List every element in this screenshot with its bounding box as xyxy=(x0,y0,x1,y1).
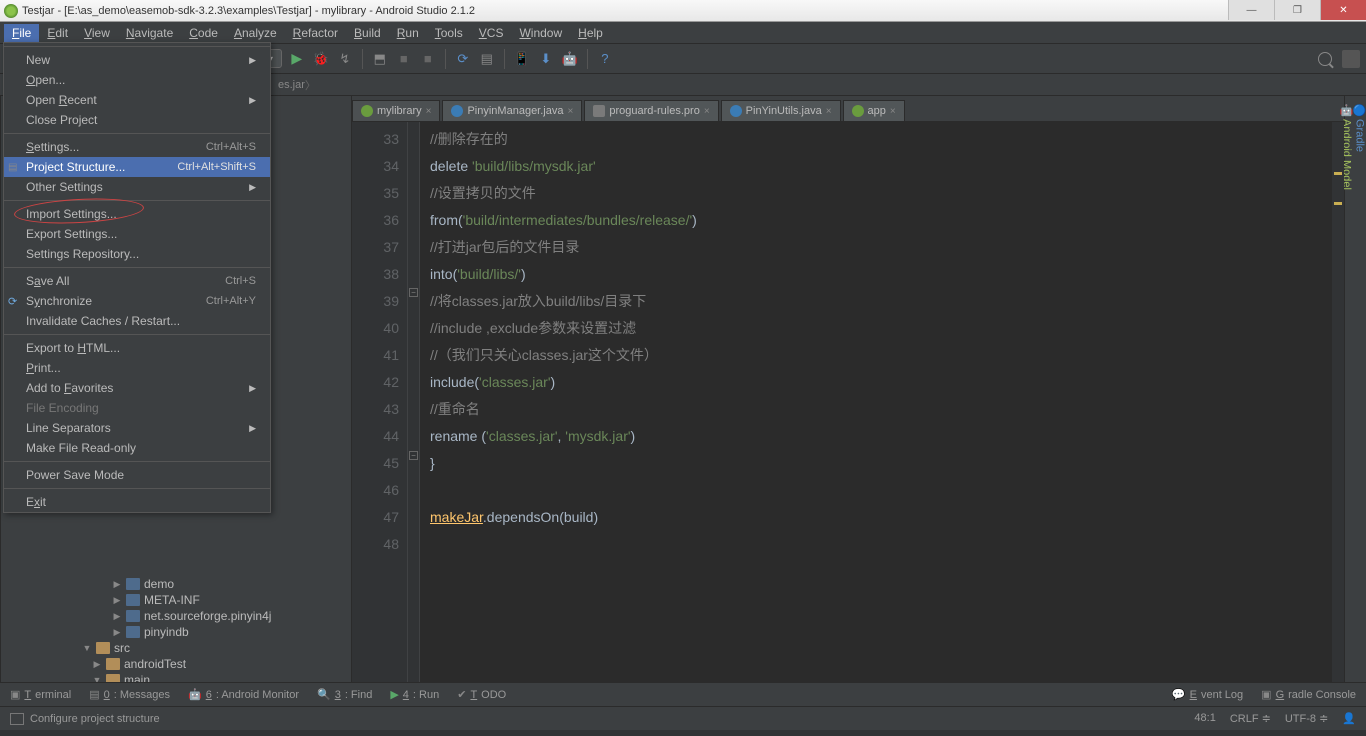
tree-item[interactable]: ▶pinyindb xyxy=(22,624,351,640)
encoding[interactable]: UTF-8 ≑ xyxy=(1285,712,1328,725)
menu-item-file-encoding: File Encoding xyxy=(4,398,270,418)
menu-refactor[interactable]: Refactor xyxy=(285,24,346,42)
editor-tab[interactable]: PinyinManager.java × xyxy=(442,100,582,121)
attach-icon[interactable]: ⬒ xyxy=(371,50,389,68)
tool--messages[interactable]: ▤ 0: Messages xyxy=(89,688,170,701)
editor-tab[interactable]: app × xyxy=(843,100,905,121)
structure-icon[interactable]: ▤ xyxy=(478,50,496,68)
menu-item-close-project[interactable]: Close Project xyxy=(4,110,270,130)
menu-item-add-to-favorites[interactable]: Add to Favorites▶ xyxy=(4,378,270,398)
sdk-icon[interactable]: ⬇ xyxy=(537,50,555,68)
close-button[interactable]: ✕ xyxy=(1320,0,1366,20)
menu-navigate[interactable]: Navigate xyxy=(118,24,181,42)
menu-run[interactable]: Run xyxy=(389,24,427,42)
debug-icon[interactable]: 🐞 xyxy=(312,50,330,68)
stop-icon[interactable]: ■ xyxy=(395,50,413,68)
tree-item[interactable]: ▶net.sourceforge.pinyin4j xyxy=(22,608,351,624)
monitor-icon[interactable]: 🤖 xyxy=(561,50,579,68)
menu-bar: FileEditViewNavigateCodeAnalyzeRefactorB… xyxy=(0,22,1366,44)
menu-analyze[interactable]: Analyze xyxy=(226,24,285,42)
profile-icon[interactable]: ↯ xyxy=(336,50,354,68)
editor-tab[interactable]: PinYinUtils.java × xyxy=(721,100,841,121)
tool--android-monitor[interactable]: 🤖 6: Android Monitor xyxy=(188,688,299,701)
help-icon[interactable]: ? xyxy=(596,50,614,68)
editor-tab[interactable]: proguard-rules.pro × xyxy=(584,100,718,121)
maximize-button[interactable]: ❐ xyxy=(1274,0,1320,20)
tree-item[interactable]: ▶META-INF xyxy=(22,592,351,608)
menu-item-invalidate-caches-restart-[interactable]: Invalidate Caches / Restart... xyxy=(4,311,270,331)
error-stripe xyxy=(1332,122,1344,682)
app-icon xyxy=(4,4,18,18)
menu-item-project-structure-[interactable]: ▤Project Structure...Ctrl+Alt+Shift+S xyxy=(4,157,270,177)
line-ending[interactable]: CRLF ≑ xyxy=(1230,712,1271,725)
menu-item-settings-repository-[interactable]: Settings Repository... xyxy=(4,244,270,264)
fold-icon[interactable]: − xyxy=(409,288,418,297)
menu-build[interactable]: Build xyxy=(346,24,389,42)
tree-item[interactable]: ▼src xyxy=(22,640,351,656)
editor-tab[interactable]: mylibrary × xyxy=(352,100,440,121)
tool--find[interactable]: 🔍 3: Find xyxy=(317,688,372,701)
status-icon[interactable] xyxy=(10,713,24,725)
tool--run[interactable]: ▶ 4: Run xyxy=(390,688,439,701)
menu-item-other-settings[interactable]: Other Settings▶ xyxy=(4,177,270,197)
caret-position: 48:1 xyxy=(1194,712,1215,725)
sync-icon[interactable]: ⟳ xyxy=(454,50,472,68)
tool-todo[interactable]: ✔ TODO xyxy=(457,688,506,701)
gradle-tool[interactable]: 🔵 Gradle xyxy=(1353,104,1366,674)
right-tool-gutter: 🔵 Gradle 🤖 Android Model xyxy=(1344,96,1366,682)
menu-item-print-[interactable]: Print... xyxy=(4,358,270,378)
menu-item-open-[interactable]: Open... xyxy=(4,70,270,90)
tool-event-log[interactable]: 💬 Event Log xyxy=(1172,688,1243,701)
file-menu-dropdown: New▶Open...Open Recent▶Close Project Sett… xyxy=(3,42,271,513)
menu-item-make-file-read-only[interactable]: Make File Read-only xyxy=(4,438,270,458)
menu-item-settings-[interactable]: Settings...Ctrl+Alt+S xyxy=(4,137,270,157)
menu-item-new[interactable]: New▶ xyxy=(4,50,270,70)
run-icon[interactable]: ▶ xyxy=(288,50,306,68)
window-title: Testjar - [E:\as_demo\easemob-sdk-3.2.3\… xyxy=(22,5,475,17)
menu-item-synchronize[interactable]: ⟳SynchronizeCtrl+Alt+Y xyxy=(4,291,270,311)
stop2-icon[interactable]: ■ xyxy=(419,50,437,68)
menu-item-exit[interactable]: Exit xyxy=(4,492,270,512)
menu-item-power-save-mode[interactable]: Power Save Mode xyxy=(4,465,270,485)
tree-item[interactable]: ▶androidTest xyxy=(22,656,351,672)
inspection-icon[interactable]: 👤 xyxy=(1342,712,1356,725)
bottom-tool-bar: ▣ Terminal ▤ 0: Messages 🤖 6: Android Moni… xyxy=(0,682,1366,706)
menu-file[interactable]: File xyxy=(4,24,39,42)
status-message: Configure project structure xyxy=(30,713,160,725)
editor-tabs: mylibrary ×PinyinManager.java ×proguard-… xyxy=(352,96,1344,122)
fold-column: − − xyxy=(408,122,420,682)
menu-item-save-all[interactable]: Save AllCtrl+S xyxy=(4,271,270,291)
user-icon[interactable] xyxy=(1342,50,1360,68)
title-bar: Testjar - [E:\as_demo\easemob-sdk-3.2.3\… xyxy=(0,0,1366,22)
fold-icon[interactable]: − xyxy=(409,451,418,460)
menu-help[interactable]: Help xyxy=(570,24,611,42)
tree-item[interactable]: ▶demo xyxy=(22,576,351,592)
avd-icon[interactable]: 📱 xyxy=(513,50,531,68)
tool-gradle-console[interactable]: ▣ Gradle Console xyxy=(1261,688,1356,701)
code-editor[interactable]: 33343536373839404142434445464748 − − //删… xyxy=(352,122,1344,682)
menu-item-export-settings-[interactable]: Export Settings... xyxy=(4,224,270,244)
status-bar: Configure project structure 48:1 CRLF ≑ … xyxy=(0,706,1366,730)
menu-item-export-to-html-[interactable]: Export to HTML... xyxy=(4,338,270,358)
minimize-button[interactable]: — xyxy=(1228,0,1274,20)
menu-edit[interactable]: Edit xyxy=(39,24,76,42)
menu-item-line-separators[interactable]: Line Separators▶ xyxy=(4,418,270,438)
menu-item-import-settings-[interactable]: Import Settings... xyxy=(4,204,270,224)
menu-code[interactable]: Code xyxy=(181,24,226,42)
menu-view[interactable]: View xyxy=(76,24,118,42)
menu-item-open-recent[interactable]: Open Recent▶ xyxy=(4,90,270,110)
menu-window[interactable]: Window xyxy=(511,24,570,42)
tool-terminal[interactable]: ▣ Terminal xyxy=(10,688,71,701)
menu-tools[interactable]: Tools xyxy=(427,24,471,42)
line-gutter: 33343536373839404142434445464748 xyxy=(352,122,408,682)
window-controls: — ❐ ✕ xyxy=(1228,0,1366,20)
search-icon[interactable] xyxy=(1318,52,1332,66)
menu-vcs[interactable]: VCS xyxy=(471,24,512,42)
tree-item[interactable]: ▼main xyxy=(22,672,351,682)
